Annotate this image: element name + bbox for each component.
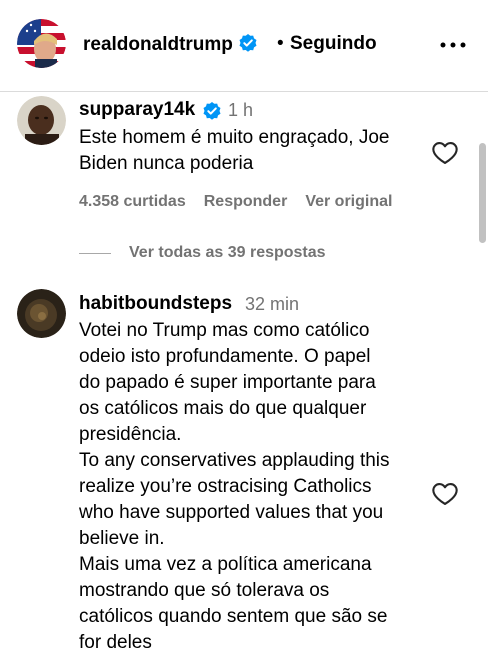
likes-count[interactable]: 4.358 curtidas (79, 193, 186, 210)
post-header: realdonaldtrump • Seguindo (0, 0, 488, 92)
avatar-image (17, 289, 66, 338)
verified-badge-icon (202, 101, 222, 126)
avatar[interactable] (17, 19, 66, 68)
see-original-button[interactable]: Ver original (305, 193, 392, 210)
post-comments-panel: realdonaldtrump • Seguindo supparay14k 1… (0, 0, 488, 669)
following-button[interactable]: Seguindo (290, 33, 377, 55)
comment-timestamp[interactable]: 32 min (245, 294, 299, 315)
comment-username[interactable]: supparay14k (79, 99, 195, 121)
comment-timestamp[interactable]: 1 h (228, 100, 253, 121)
view-replies-label[interactable]: Ver todas as 39 respostas (129, 244, 326, 262)
avatar[interactable] (17, 96, 66, 145)
avatar-image (17, 19, 66, 68)
comment-username[interactable]: habitboundsteps (79, 293, 232, 315)
avatar[interactable] (17, 289, 66, 338)
verified-badge-icon (238, 33, 258, 59)
post-author-username[interactable]: realdonaldtrump (83, 33, 258, 59)
avatar-image (17, 96, 66, 145)
more-horizontal-icon (440, 42, 466, 48)
scrollbar-thumb[interactable] (479, 143, 486, 243)
heart-outline-icon (432, 142, 458, 164)
reply-button[interactable]: Responder (204, 193, 288, 210)
replies-divider (79, 252, 111, 254)
like-comment-button[interactable] (431, 139, 459, 167)
post-author-name[interactable]: realdonaldtrump (83, 34, 233, 55)
like-comment-button[interactable] (431, 480, 459, 508)
view-replies-button[interactable]: Ver todas as 39 respostas (79, 242, 326, 264)
comment-actions: 4.358 curtidas Responder Ver original (79, 193, 410, 211)
comment-text: Votei no Trump mas como católico odeio i… (79, 320, 390, 653)
heart-outline-icon (432, 483, 458, 505)
more-options-button[interactable] (438, 30, 468, 60)
header-separator: • (277, 33, 284, 54)
comment-text: Este homem é muito engraçado, Joe Biden … (79, 127, 390, 174)
